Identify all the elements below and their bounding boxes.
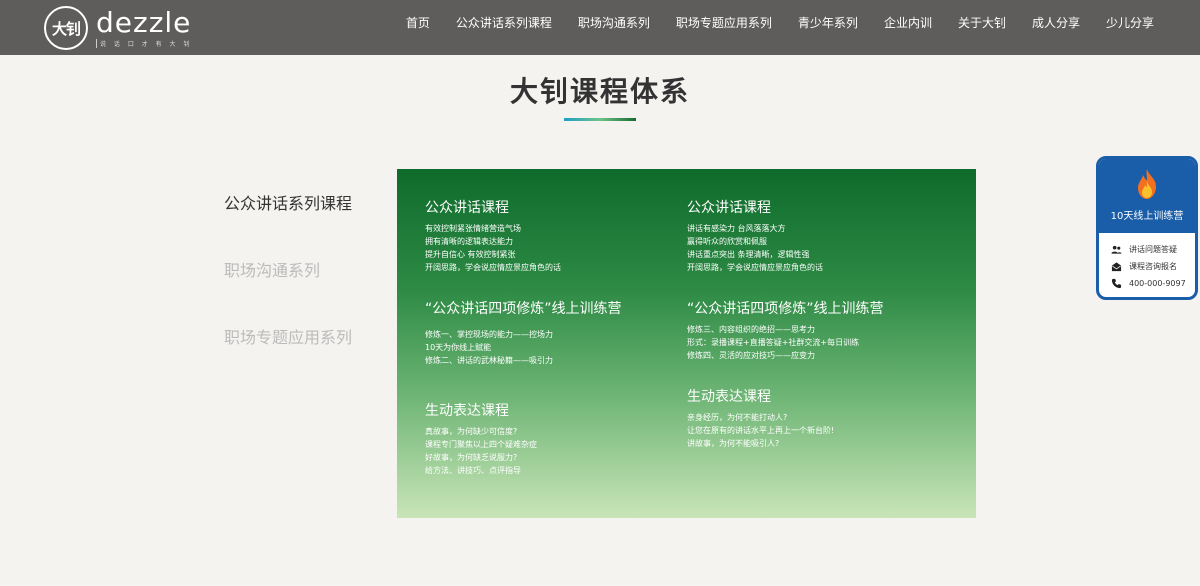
course-title: 公众讲话课程 [425, 200, 509, 216]
course-line: 10天为你线上赋能 [425, 343, 492, 352]
course-line: 给方法、讲技巧、点评指导 [425, 466, 521, 475]
course-line: 修炼二、讲话的武林秘籍——吸引力 [425, 356, 553, 365]
course-block: 公众讲话课程 讲话有感染力 台风落落大方 赢得听众的欣赏和佩服 讲话重点突出 条… [687, 199, 967, 274]
course-line: 真故事，为何缺少可信度? [425, 427, 518, 436]
side-item-workplace-communication[interactable]: 职场沟通系列 [224, 257, 352, 280]
course-line: 好故事，为何缺乏说服力? [425, 453, 518, 462]
course-line: 有效控制紧张情绪营造气场 [425, 224, 521, 233]
logo-tagline: 说 话 口 才 有 大 钊 [96, 39, 192, 48]
float-item-enroll[interactable]: 课程咨询报名 [1111, 258, 1195, 275]
course-title: “公众讲话四项修炼”线上训练营 [687, 301, 884, 317]
course-block: “公众讲话四项修炼”线上训练营 修炼三、内容组织的绝招——思考力 形式：录播课程… [687, 300, 967, 362]
course-block: 生动表达课程 真故事，为何缺少可信度? 课程专门聚焦以上四个疑难杂症 好故事，为… [425, 402, 705, 477]
course-line: 拥有清晰的逻辑表达能力 [425, 237, 513, 246]
nav-item-about[interactable]: 关于大钊 [958, 14, 1006, 31]
nav-item-adult-share[interactable]: 成人分享 [1032, 14, 1080, 31]
float-items: 讲话问题答疑 课程咨询报名 400-000-9097 [1099, 233, 1195, 292]
float-item-qa[interactable]: 讲话问题答疑 [1111, 241, 1195, 258]
side-item-workplace-topics[interactable]: 职场专题应用系列 [224, 324, 352, 347]
course-line: 让您在原有的讲话水平上再上一个新台阶! [687, 426, 835, 435]
course-title: “公众讲话四项修炼”线上训练营 [425, 301, 622, 317]
logo-text: dezzle 说 话 口 才 有 大 钊 [96, 8, 192, 48]
floating-service-panel: 10天线上训练营 讲话问题答疑 课程咨询报名 400-000-9097 [1096, 156, 1198, 300]
phone-icon [1111, 278, 1122, 289]
course-line: 赢得听众的欣赏和佩服 [687, 237, 767, 246]
course-block: 公众讲话课程 有效控制紧张情绪营造气场 拥有清晰的逻辑表达能力 提升自信心 有效… [425, 199, 705, 274]
logo-word: dezzle [96, 6, 192, 39]
side-menu: 公众讲话系列课程 职场沟通系列 职场专题应用系列 [224, 190, 352, 391]
float-title: 10天线上训练营 [1110, 211, 1184, 222]
course-title: 生动表达课程 [687, 389, 771, 405]
course-line: 开阔思路，学会说应情应景应角色的话 [687, 263, 823, 272]
nav-item-home[interactable]: 首页 [406, 14, 430, 31]
float-item-label: 400-000-9097 [1129, 279, 1186, 288]
nav-item-youth[interactable]: 青少年系列 [798, 14, 858, 31]
course-line: 修炼四、灵活的应对技巧——应变力 [687, 351, 815, 360]
course-title: 生动表达课程 [425, 403, 509, 419]
nav-item-workplace-topics[interactable]: 职场专题应用系列 [676, 14, 772, 31]
page-title: 大钊课程体系 [509, 75, 690, 108]
course-line: 修炼一、掌控现场的能力——控场力 [425, 330, 553, 339]
course-line: 亲身经历，为何不能打动人? [687, 413, 788, 422]
mail-icon [1111, 262, 1122, 272]
course-line: 形式：录播课程+直播答疑+社群交流+每日训练 [687, 338, 860, 347]
site-header: 大钊 dezzle 说 话 口 才 有 大 钊 首页 公众讲话系列课程 职场沟通… [0, 0, 1200, 55]
course-line: 讲话有感染力 台风落落大方 [687, 224, 786, 233]
course-card: 公众讲话课程 有效控制紧张情绪营造气场 拥有清晰的逻辑表达能力 提升自信心 有效… [397, 169, 976, 518]
float-item-label: 课程咨询报名 [1129, 262, 1177, 271]
course-block: 生动表达课程 亲身经历，为何不能打动人? 让您在原有的讲话水平上再上一个新台阶!… [687, 388, 967, 450]
nav-item-corporate-training[interactable]: 企业内训 [884, 14, 932, 31]
course-line: 提升自信心 有效控制紧张 [425, 250, 516, 259]
side-item-public-speaking[interactable]: 公众讲话系列课程 [224, 190, 352, 213]
float-item-label: 讲话问题答疑 [1129, 245, 1177, 254]
logo[interactable]: 大钊 dezzle 说 话 口 才 有 大 钊 [44, 5, 192, 51]
title-underline [564, 118, 636, 121]
fire-icon [1138, 169, 1156, 199]
course-line: 修炼三、内容组织的绝招——思考力 [687, 325, 815, 334]
main-nav: 首页 公众讲话系列课程 职场沟通系列 职场专题应用系列 青少年系列 企业内训 关… [380, 0, 1154, 44]
course-title: 公众讲话课程 [687, 200, 771, 216]
course-line: 开阔思路，学会说应情应景应角色的话 [425, 263, 561, 272]
nav-item-public-speaking[interactable]: 公众讲话系列课程 [456, 14, 552, 31]
nav-item-workplace-communication[interactable]: 职场沟通系列 [578, 14, 650, 31]
course-line: 讲话重点突出 条理清晰，逻辑性强 [687, 250, 810, 259]
nav-item-kids-share[interactable]: 少儿分享 [1106, 14, 1154, 31]
logo-circle: 大钊 [44, 6, 88, 50]
course-block: “公众讲话四项修炼”线上训练营 修炼一、掌控现场的能力——控场力 10天为你线上… [425, 300, 705, 367]
float-item-phone[interactable]: 400-000-9097 [1111, 275, 1195, 292]
people-icon [1111, 245, 1122, 254]
float-header[interactable]: 10天线上训练营 [1099, 159, 1195, 233]
course-line: 课程专门聚焦以上四个疑难杂症 [425, 440, 537, 449]
course-line: 讲故事，为何不能吸引人? [687, 439, 780, 448]
